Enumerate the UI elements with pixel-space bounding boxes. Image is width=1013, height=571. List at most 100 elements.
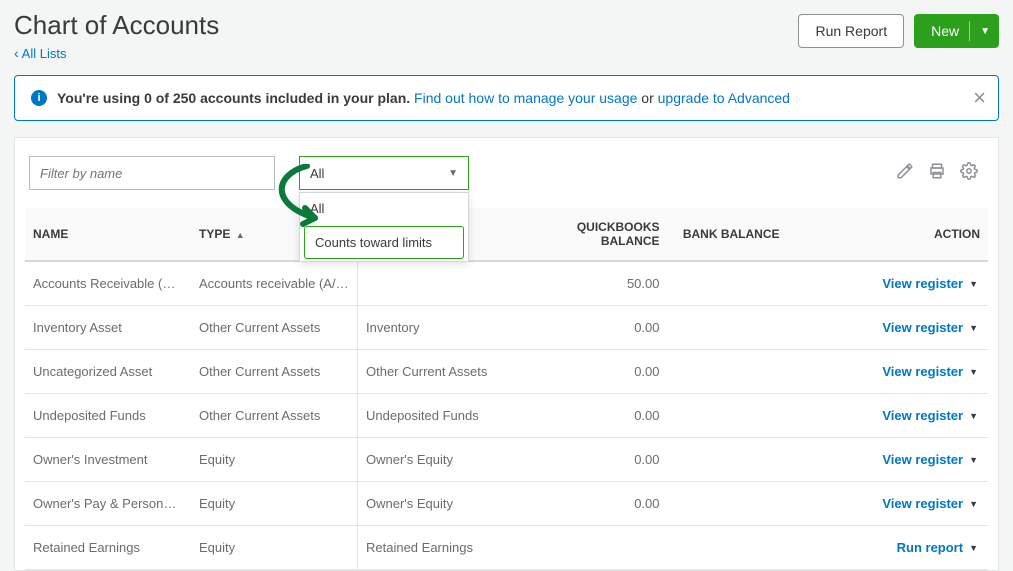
chevron-down-icon: ▼ [448, 168, 458, 179]
banner-link-upgrade[interactable]: upgrade to Advanced [658, 90, 790, 106]
filter-by-name-input[interactable] [29, 156, 275, 190]
dropdown-option-counts-toward-limits[interactable]: Counts toward limits [304, 226, 464, 259]
action-link-label: View register [882, 452, 963, 467]
back-link-label: All Lists [22, 46, 67, 61]
filter-type-selected: All [310, 166, 324, 181]
cell-quickbooks-balance: 0.00 [518, 482, 668, 526]
view-register-link[interactable]: View register ▼ [882, 276, 978, 291]
table-row: Inventory AssetOther Current AssetsInven… [25, 306, 988, 350]
action-link-label: View register [882, 496, 963, 511]
view-register-link[interactable]: View register ▼ [882, 408, 978, 423]
new-button-label: New [931, 23, 959, 39]
cell-quickbooks-balance: 0.00 [518, 438, 668, 482]
cell-type: Other Current Assets [191, 306, 358, 350]
cell-action: Run report ▼ [788, 526, 989, 570]
cell-action: View register ▼ [788, 350, 989, 394]
column-header-quickbooks-balance[interactable]: QUICKBOOKS BALANCE [518, 208, 668, 261]
table-row: Owner's Pay & Personal ExpensesEquityOwn… [25, 482, 988, 526]
sort-ascending-icon: ▲ [236, 230, 245, 240]
divider [969, 21, 970, 41]
cell-quickbooks-balance: 0.00 [518, 306, 668, 350]
cell-name: Undeposited Funds [25, 394, 191, 438]
banner-bold-text: You're using 0 of 250 accounts included … [57, 90, 410, 106]
cell-action: View register ▼ [788, 482, 989, 526]
chevron-down-icon: ▼ [969, 367, 978, 377]
banner-link-manage-usage[interactable]: Find out how to manage your usage [414, 90, 637, 106]
cell-action: View register ▼ [788, 306, 989, 350]
page-title: Chart of Accounts [14, 10, 219, 41]
back-link-all-lists[interactable]: ‹ All Lists [14, 45, 66, 61]
cell-detail-type: Owner's Equity [358, 482, 518, 526]
view-register-link[interactable]: View register ▼ [882, 496, 978, 511]
cell-name: Owner's Investment [25, 438, 191, 482]
action-link-label: View register [882, 320, 963, 335]
cell-quickbooks-balance: 50.00 [518, 261, 668, 306]
cell-action: View register ▼ [788, 261, 989, 306]
cell-detail-type: Inventory [358, 306, 518, 350]
view-register-link[interactable]: View register ▼ [882, 320, 978, 335]
cell-action: View register ▼ [788, 438, 989, 482]
column-header-name[interactable]: NAME [25, 208, 191, 261]
chevron-down-icon: ▼ [980, 26, 990, 37]
cell-quickbooks-balance: 0.00 [518, 350, 668, 394]
column-header-type-label: TYPE [199, 227, 230, 241]
cell-bank-balance [668, 306, 788, 350]
cell-bank-balance [668, 482, 788, 526]
chevron-down-icon: ▼ [969, 323, 978, 333]
table-row: Accounts Receivable (A/R)Accounts receiv… [25, 261, 988, 306]
banner-middle-text: or [641, 90, 657, 106]
view-register-link[interactable]: View register ▼ [882, 452, 978, 467]
cell-action: View register ▼ [788, 394, 989, 438]
chevron-down-icon: ▼ [969, 411, 978, 421]
chevron-down-icon: ▼ [969, 279, 978, 289]
view-register-link[interactable]: View register ▼ [882, 364, 978, 379]
run-report-link[interactable]: Run report ▼ [897, 540, 978, 555]
chevron-down-icon: ▼ [969, 543, 978, 553]
close-icon[interactable]: × [973, 87, 986, 109]
edit-icon[interactable] [896, 162, 914, 185]
cell-name: Inventory Asset [25, 306, 191, 350]
table-row: Undeposited FundsOther Current AssetsUnd… [25, 394, 988, 438]
cell-quickbooks-balance [518, 526, 668, 570]
cell-bank-balance [668, 438, 788, 482]
cell-name: Owner's Pay & Personal Expenses [25, 482, 191, 526]
cell-bank-balance [668, 394, 788, 438]
filter-type-select[interactable]: All ▼ [299, 156, 469, 190]
cell-bank-balance [668, 261, 788, 306]
accounts-table: NAME TYPE ▲ DETAIL TYPE QUICKBOOKS BALAN… [25, 208, 988, 570]
action-link-label: View register [882, 364, 963, 379]
column-header-bank-balance[interactable]: BANK BALANCE [668, 208, 788, 261]
action-link-label: View register [882, 276, 963, 291]
cell-detail-type: Undeposited Funds [358, 394, 518, 438]
info-icon: i [31, 90, 47, 106]
cell-name: Retained Earnings [25, 526, 191, 570]
table-row: Uncategorized AssetOther Current AssetsO… [25, 350, 988, 394]
cell-detail-type: Owner's Equity [358, 438, 518, 482]
cell-quickbooks-balance: 0.00 [518, 394, 668, 438]
cell-type: Other Current Assets [191, 350, 358, 394]
cell-bank-balance [668, 526, 788, 570]
cell-name: Accounts Receivable (A/R) [25, 261, 191, 306]
action-link-label: Run report [897, 540, 963, 555]
usage-banner: i You're using 0 of 250 accounts include… [14, 75, 999, 121]
chevron-down-icon: ▼ [969, 455, 978, 465]
print-icon[interactable] [928, 162, 946, 185]
chevron-left-icon: ‹ [14, 45, 19, 61]
cell-detail-type: Other Current Assets [358, 350, 518, 394]
column-header-action[interactable]: ACTION [788, 208, 989, 261]
dropdown-option-all[interactable]: All [300, 193, 468, 224]
cell-type: Equity [191, 526, 358, 570]
action-link-label: View register [882, 408, 963, 423]
new-button[interactable]: New ▼ [914, 14, 999, 48]
cell-type: Equity [191, 438, 358, 482]
cell-bank-balance [668, 350, 788, 394]
run-report-button[interactable]: Run Report [798, 14, 904, 48]
cell-detail-type: Retained Earnings [358, 526, 518, 570]
cell-type: Accounts receivable (A/R) [191, 261, 358, 306]
cell-name: Uncategorized Asset [25, 350, 191, 394]
gear-icon[interactable] [960, 162, 978, 185]
table-row: Owner's InvestmentEquityOwner's Equity0.… [25, 438, 988, 482]
table-row: Retained EarningsEquityRetained Earnings… [25, 526, 988, 570]
chevron-down-icon: ▼ [969, 499, 978, 509]
cell-type: Equity [191, 482, 358, 526]
